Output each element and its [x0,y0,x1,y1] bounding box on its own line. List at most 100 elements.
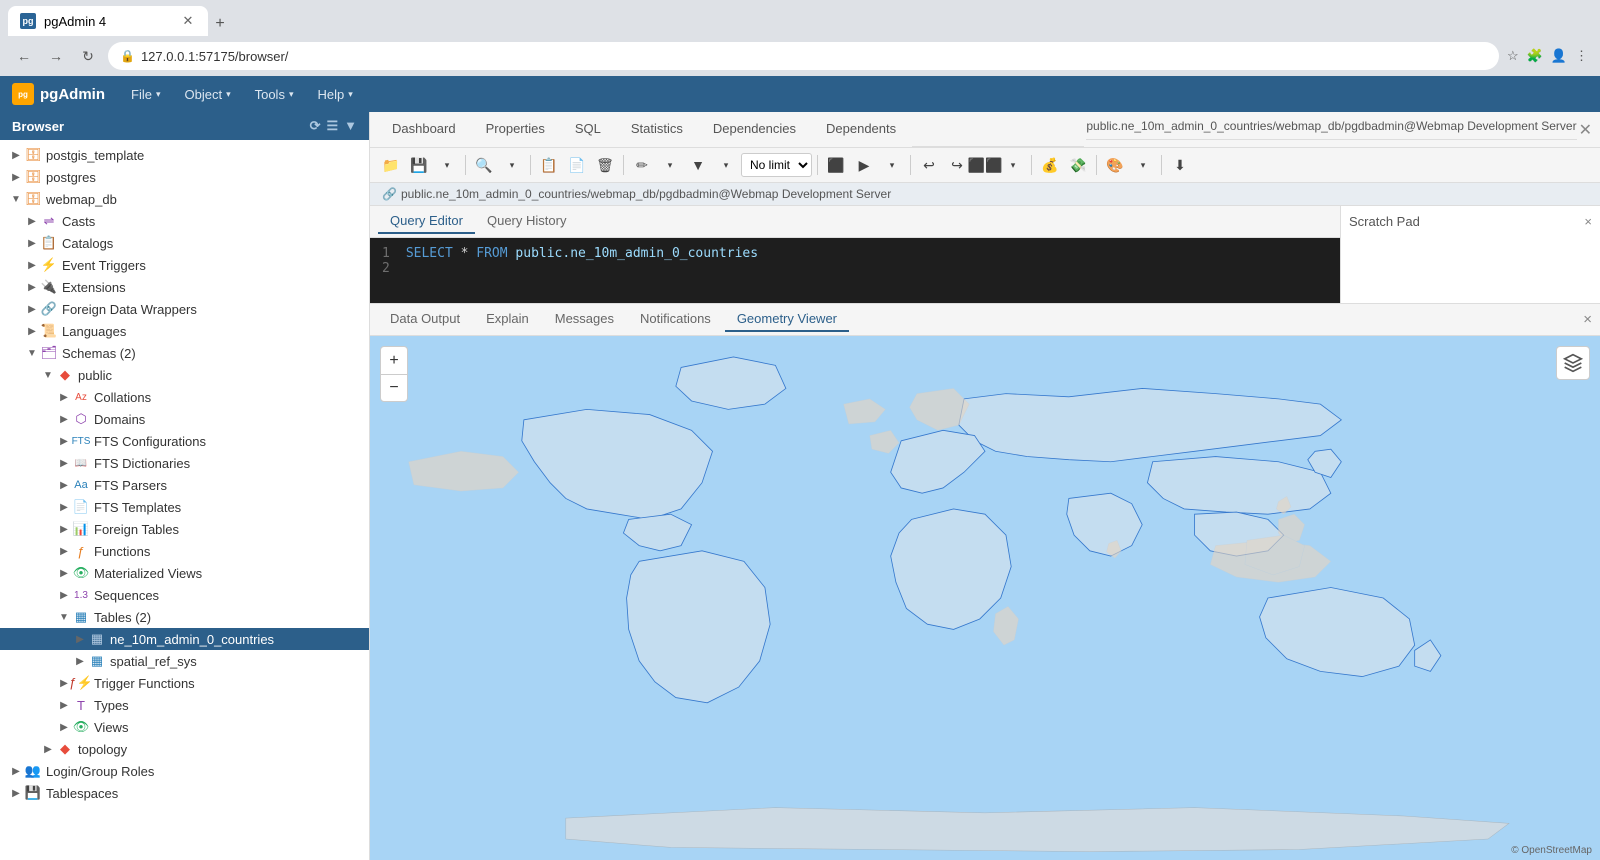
tab-statistics[interactable]: Statistics [617,115,697,144]
toolbar-indent[interactable]: ⬛⬛ [972,152,998,178]
toolbar-paste[interactable]: 📄 [564,152,590,178]
toolbar-format[interactable]: 🎨 [1102,152,1128,178]
toolbar-find-dropdown[interactable]: ▾ [499,152,525,178]
extensions-icon[interactable]: 🧩 [1527,48,1543,64]
toolbar-undo[interactable]: ↩ [916,152,942,178]
menu-object[interactable]: Object ▾ [174,83,240,106]
sidebar-item-views[interactable]: ▶ 👁 Views [0,716,369,738]
sidebar-item-collations[interactable]: ▶ Az Collations [0,386,369,408]
sidebar-item-fts-dictionaries[interactable]: ▶ 📖 FTS Dictionaries [0,452,369,474]
map-layers-button[interactable] [1556,346,1590,380]
query-editor-content[interactable]: 1 2 SELECT * FROM public.ne_10m_admin_0_… [370,238,1340,303]
toolbar-commit[interactable]: 💰 [1037,152,1063,178]
url-bar[interactable]: 🔒 127.0.0.1:57175/browser/ [108,42,1499,70]
sidebar-view-icon[interactable]: ☰ [326,118,338,134]
menu-file[interactable]: File ▾ [121,83,170,106]
toolbar-filter[interactable]: ▼ [685,152,711,178]
sidebar-item-postgis-template[interactable]: ▶ 🗄 postgis_template [0,144,369,166]
map-zoom-controls: + − [380,346,408,402]
arrow-domains: ▶ [56,411,72,427]
sidebar-item-spatial-ref[interactable]: ▶ ▦ spatial_ref_sys [0,650,369,672]
bookmark-icon[interactable]: ☆ [1507,48,1519,64]
panel-close-button[interactable]: ✕ [1579,120,1592,140]
tab-sql[interactable]: SQL [561,115,615,144]
toolbar-save-dropdown[interactable]: ▾ [434,152,460,178]
toolbar-execute-dropdown[interactable]: ▾ [879,152,905,178]
sidebar-item-trigger-functions[interactable]: ▶ ƒ⚡ Trigger Functions [0,672,369,694]
results-section: Data Output Explain Messages Notificatio… [370,304,1600,860]
sidebar-item-login-roles[interactable]: ▶ 👥 Login/Group Roles [0,760,369,782]
tab-properties[interactable]: Properties [472,115,559,144]
toolbar-open-file[interactable]: 📁 [378,152,404,178]
zoom-in-button[interactable]: + [380,346,408,374]
toolbar-edit[interactable]: ✏ [629,152,655,178]
sidebar-item-fts-parsers[interactable]: ▶ Aa FTS Parsers [0,474,369,496]
back-button[interactable]: ← [12,44,36,68]
toolbar-format-dropdown[interactable]: ▾ [1130,152,1156,178]
toolbar-find[interactable]: 🔍 [471,152,497,178]
zoom-out-button[interactable]: − [380,374,408,402]
sidebar-item-postgres[interactable]: ▶ 🗄 postgres [0,166,369,188]
results-close-button[interactable]: × [1583,311,1592,328]
menu-icon[interactable]: ⋮ [1575,48,1588,64]
sidebar-item-ne10m[interactable]: ▶ ▦ ne_10m_admin_0_countries [0,628,369,650]
toolbar-delete[interactable]: 🗑 [592,152,618,178]
query-history-tab[interactable]: Query History [475,209,578,234]
sidebar-item-tables[interactable]: ▼ ▦ Tables (2) [0,606,369,628]
toolbar-copy[interactable]: 📋 [536,152,562,178]
toolbar-execute[interactable]: ▶ [851,152,877,178]
sidebar-item-tablespaces[interactable]: ▶ 💾 Tablespaces [0,782,369,804]
toolbar-edit-dropdown[interactable]: ▾ [657,152,683,178]
tab-favicon: pg [20,13,36,29]
tab-close-button[interactable]: ✕ [180,13,196,29]
sidebar-item-webmap-db[interactable]: ▼ 🗄 webmap_db [0,188,369,210]
toolbar-stop[interactable]: ⬛ [823,152,849,178]
menu-tools[interactable]: Tools ▾ [245,83,304,106]
toolbar-indent-dropdown[interactable]: ▾ [1000,152,1026,178]
menu-help[interactable]: Help ▾ [307,83,362,106]
sidebar-item-domains[interactable]: ▶ ⬡ Domains [0,408,369,430]
toolbar-download[interactable]: ⬇ [1167,152,1193,178]
tab-dependents[interactable]: Dependents [812,115,910,144]
sidebar-item-event-triggers[interactable]: ▶ ⚡ Event Triggers [0,254,369,276]
sidebar-refresh-icon[interactable]: ⟳ [310,118,321,134]
profile-icon[interactable]: 👤 [1551,48,1567,64]
sidebar-item-catalogs[interactable]: ▶ 📋 Catalogs [0,232,369,254]
collations-icon: Az [72,388,90,406]
results-tab-geometry-viewer[interactable]: Geometry Viewer [725,307,849,332]
sidebar-item-fdw[interactable]: ▶ 🔗 Foreign Data Wrappers [0,298,369,320]
sidebar-item-topology[interactable]: ▶ ◆ topology [0,738,369,760]
results-tab-notifications[interactable]: Notifications [628,307,723,332]
sidebar-item-types[interactable]: ▶ T Types [0,694,369,716]
arrow-event-triggers: ▶ [24,257,40,273]
results-tab-data-output[interactable]: Data Output [378,307,472,332]
new-tab-button[interactable]: + [208,12,232,36]
sidebar-item-casts[interactable]: ▶ ⇌ Casts [0,210,369,232]
results-tab-explain[interactable]: Explain [474,307,541,332]
toolbar-filter-dropdown[interactable]: ▾ [713,152,739,178]
reload-button[interactable]: ↻ [76,44,100,68]
results-tab-messages[interactable]: Messages [543,307,626,332]
sidebar-item-foreign-tables[interactable]: ▶ 📊 Foreign Tables [0,518,369,540]
sidebar-item-sequences[interactable]: ▶ 1.3 Sequences [0,584,369,606]
toolbar-rollback[interactable]: 💸 [1065,152,1091,178]
sidebar-item-languages[interactable]: ▶ 📜 Languages [0,320,369,342]
sidebar-item-functions[interactable]: ▶ ƒ Functions [0,540,369,562]
sidebar-item-materialized-views[interactable]: ▶ 👁 Materialized Views [0,562,369,584]
toolbar-save[interactable]: 💾 [406,152,432,178]
sidebar-item-extensions[interactable]: ▶ 🔌 Extensions [0,276,369,298]
sidebar-item-fts-templates[interactable]: ▶ 📄 FTS Templates [0,496,369,518]
tab-dependencies[interactable]: Dependencies [699,115,810,144]
query-editor-tab[interactable]: Query Editor [378,209,475,234]
sidebar-item-schemas[interactable]: ▼ 🗂 Schemas (2) [0,342,369,364]
sidebar-filter-icon[interactable]: ▼ [344,118,357,134]
label-ne10m: ne_10m_admin_0_countries [110,632,274,647]
sidebar-item-public[interactable]: ▼ ◆ public [0,364,369,386]
tab-dashboard[interactable]: Dashboard [378,115,470,144]
sidebar-item-fts-configurations[interactable]: ▶ FTS FTS Configurations [0,430,369,452]
scratch-pad-close[interactable]: × [1584,214,1592,229]
active-tab[interactable]: pg pgAdmin 4 ✕ [8,6,208,36]
toolbar-redo[interactable]: ↪ [944,152,970,178]
forward-button[interactable]: → [44,44,68,68]
toolbar-limit-select[interactable]: No limit 100 500 1000 [741,153,812,177]
